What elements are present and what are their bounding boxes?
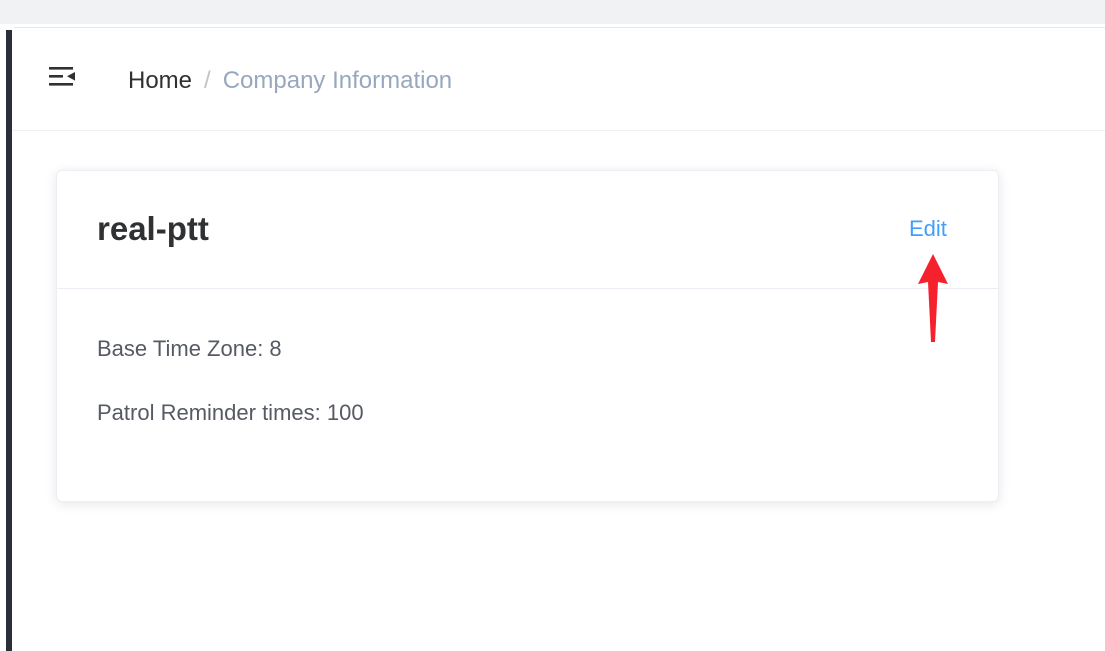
card-body: Base Time Zone: 8 Patrol Reminder times:… bbox=[57, 289, 998, 501]
breadcrumb-home[interactable]: Home bbox=[128, 67, 192, 94]
red-arrow-icon bbox=[913, 252, 953, 344]
company-info-card: real-ptt Edit Base Time Zone: 8 Patrol R… bbox=[56, 170, 999, 502]
breadcrumb-current: Company Information bbox=[222, 67, 453, 94]
edit-button[interactable]: Edit bbox=[909, 215, 947, 243]
card-header: real-ptt Edit bbox=[57, 171, 998, 289]
hamburger-fold-icon[interactable] bbox=[48, 65, 76, 89]
top-strip bbox=[0, 0, 1105, 24]
top-divider bbox=[14, 27, 1105, 28]
breadcrumb-separator: / bbox=[204, 67, 211, 94]
base-time-zone: Base Time Zone: 8 bbox=[97, 336, 282, 361]
main-content: real-ptt Edit Base Time Zone: 8 Patrol R… bbox=[12, 131, 1105, 651]
company-name: real-ptt bbox=[97, 210, 209, 247]
navbar: Home / Company Information bbox=[12, 31, 1105, 131]
patrol-reminder-times: Patrol Reminder times: 100 bbox=[97, 400, 364, 425]
breadcrumb: Home / Company Information bbox=[128, 67, 452, 95]
